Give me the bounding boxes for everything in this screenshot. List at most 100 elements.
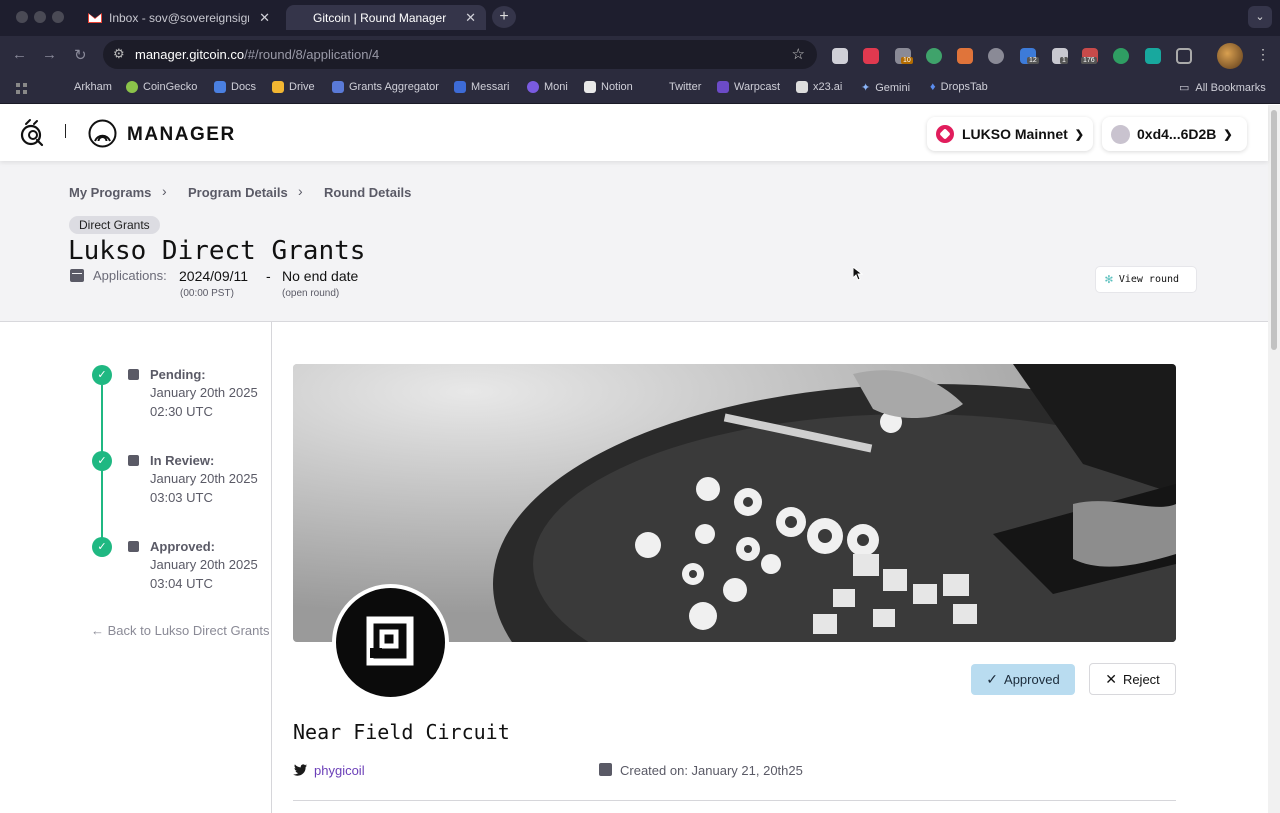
tab-round-manager[interactable]: Gitcoin | Round Manager ✕ bbox=[286, 5, 486, 30]
sidebar-divider bbox=[271, 322, 272, 813]
metamask-fox-icon[interactable] bbox=[957, 48, 973, 64]
project-title: Near Field Circuit bbox=[293, 720, 510, 744]
bookmarks-bar: Arkham CoinGecko Docs Drive Grants Aggre… bbox=[0, 74, 1280, 104]
logo-separator bbox=[65, 124, 66, 138]
breadcrumb-program-details[interactable]: Program Details bbox=[188, 185, 288, 200]
applications-label: Applications: bbox=[93, 268, 167, 283]
notion-icon bbox=[584, 81, 596, 93]
forward-arrow-icon[interactable]: → bbox=[42, 46, 57, 63]
app-header: MANAGER LUKSO Mainnet ❯ 0xd4...6D2B ❯ bbox=[0, 105, 1268, 161]
gear-icon: ✻ bbox=[1105, 272, 1113, 287]
bookmark-arkham[interactable]: Arkham bbox=[74, 81, 112, 93]
all-bookmarks[interactable]: ▭ All Bookmarks bbox=[1179, 81, 1266, 95]
timeline-status-date: January 20th 2025 bbox=[150, 557, 258, 572]
check-icon: ✓ bbox=[92, 365, 112, 385]
calendar-icon bbox=[128, 541, 139, 552]
x23-icon bbox=[796, 81, 808, 93]
applications-end-note: (open round) bbox=[282, 288, 340, 299]
tab-title: Inbox - sov@sovereignsignal bbox=[109, 10, 249, 25]
bookmark-star-icon[interactable]: ☆ bbox=[792, 45, 805, 63]
view-round-button[interactable]: ✻ View round bbox=[1095, 266, 1197, 293]
tab-close-icon[interactable]: ✕ bbox=[259, 10, 270, 26]
profile-avatar[interactable] bbox=[1217, 43, 1243, 69]
extension-badge: 1 bbox=[1060, 57, 1068, 64]
timeline-status-time: 03:04 UTC bbox=[150, 576, 213, 591]
check-icon: ✓ bbox=[92, 537, 112, 557]
docs-icon bbox=[214, 81, 226, 93]
round-type-badge: Direct Grants bbox=[69, 216, 160, 234]
tab-inbox[interactable]: Inbox - sov@sovereignsignal ✕ bbox=[80, 5, 280, 30]
twitter-icon bbox=[293, 764, 307, 776]
project-logo-avatar bbox=[332, 584, 449, 701]
url-text: manager.gitcoin.co/#/round/8/application… bbox=[135, 47, 380, 62]
manager-logo-icon[interactable] bbox=[88, 119, 117, 148]
gitcoin-logo-icon[interactable] bbox=[20, 118, 44, 148]
tab-close-icon[interactable]: ✕ bbox=[465, 10, 476, 26]
chevron-down-icon: ❯ bbox=[1223, 128, 1233, 141]
breadcrumb-round-details[interactable]: Round Details bbox=[324, 185, 411, 200]
calendar-icon bbox=[599, 763, 612, 776]
tab-title: Gitcoin | Round Manager bbox=[313, 10, 447, 25]
project-logo-icon bbox=[366, 616, 414, 666]
site-info-icon[interactable]: ⚙ bbox=[113, 46, 125, 62]
breadcrumb-my-programs[interactable]: My Programs bbox=[69, 185, 151, 200]
bookmark-x23[interactable]: x23.ai bbox=[796, 81, 842, 93]
approved-status-button[interactable]: ✓ Approved bbox=[971, 664, 1075, 695]
close-icon: ✕ bbox=[1105, 670, 1117, 687]
breadcrumb-chevron-icon: › bbox=[162, 183, 167, 199]
timeline-status-date: January 20th 2025 bbox=[150, 385, 258, 400]
reload-icon[interactable]: ↻ bbox=[74, 46, 87, 64]
bookmark-messari[interactable]: Messari bbox=[454, 81, 510, 93]
bookmark-coingecko[interactable]: CoinGecko bbox=[126, 81, 197, 93]
section-divider bbox=[293, 800, 1176, 801]
grammarly-icon[interactable] bbox=[1113, 48, 1129, 64]
new-tab-button[interactable]: + bbox=[492, 6, 516, 28]
reject-button[interactable]: ✕ Reject bbox=[1089, 663, 1176, 695]
chevron-down-icon: ❯ bbox=[1074, 128, 1084, 141]
bookmark-notion[interactable]: Notion bbox=[584, 81, 633, 93]
mouse-cursor-icon bbox=[853, 267, 863, 281]
network-selector-button[interactable]: LUKSO Mainnet ❯ bbox=[927, 117, 1093, 151]
pocket-extension-icon[interactable] bbox=[863, 48, 879, 64]
tab-search-icon[interactable]: ⌄ bbox=[1248, 6, 1272, 28]
bookmark-grants-aggregator[interactable]: Grants Aggregator bbox=[332, 81, 439, 93]
window-zoom-control[interactable] bbox=[52, 11, 64, 23]
bookmark-dropstab[interactable]: ♦ DropsTab bbox=[930, 81, 988, 93]
twitter-handle-link[interactable]: phygicoil bbox=[314, 763, 365, 778]
browser-toolbar: ← → ↻ ⚙ manager.gitcoin.co/#/round/8/app… bbox=[0, 36, 1280, 74]
network-name: LUKSO Mainnet bbox=[962, 126, 1068, 142]
apps-grid-icon[interactable] bbox=[16, 83, 28, 95]
folder-icon: ▭ bbox=[1179, 82, 1190, 94]
round-header: My Programs › Program Details › Round De… bbox=[0, 161, 1268, 322]
wallet-button[interactable]: 0xd4...6D2B ❯ bbox=[1102, 117, 1247, 151]
breadcrumb-chevron-icon: › bbox=[298, 183, 303, 199]
moni-icon bbox=[527, 81, 539, 93]
more-menu-icon[interactable]: ⋮ bbox=[1256, 46, 1270, 63]
check-icon: ✓ bbox=[986, 671, 999, 687]
shield-extension-icon[interactable] bbox=[832, 48, 848, 64]
scrollbar-thumb[interactable] bbox=[1271, 110, 1277, 350]
bookmark-gemini[interactable]: ✦ Gemini bbox=[861, 81, 910, 95]
extension-icon[interactable] bbox=[988, 48, 1004, 64]
check-icon: ✓ bbox=[92, 451, 112, 471]
address-bar[interactable]: ⚙ manager.gitcoin.co/#/round/8/applicati… bbox=[103, 40, 817, 69]
back-to-round-link[interactable]: ← Back to Lukso Direct Grants bbox=[91, 623, 269, 638]
bookmark-warpcast[interactable]: Warpcast bbox=[717, 81, 780, 93]
bookmark-twitter[interactable]: Twitter bbox=[669, 81, 701, 93]
bookmark-drive[interactable]: Drive bbox=[272, 81, 315, 93]
bookmark-docs[interactable]: Docs bbox=[214, 81, 256, 93]
bookmark-moni[interactable]: Moni bbox=[527, 81, 568, 93]
applications-start-timezone: (00:00 PST) bbox=[180, 288, 234, 299]
window-minimize-control[interactable] bbox=[34, 11, 46, 23]
extension-icon[interactable] bbox=[926, 48, 942, 64]
lukso-icon bbox=[936, 125, 954, 143]
applications-end-date: No end date bbox=[282, 268, 359, 284]
extensions-puzzle-icon[interactable] bbox=[1176, 48, 1192, 64]
extension-badge: 176 bbox=[1081, 57, 1097, 64]
grants-aggregator-icon bbox=[332, 81, 344, 93]
gemini-icon: ✦ bbox=[861, 82, 871, 94]
window-close-control[interactable] bbox=[16, 11, 28, 23]
extension-icon[interactable] bbox=[1145, 48, 1161, 64]
created-on-date: Created on: January 21, 20th25 bbox=[620, 763, 803, 778]
back-arrow-icon[interactable]: ← bbox=[12, 46, 27, 63]
